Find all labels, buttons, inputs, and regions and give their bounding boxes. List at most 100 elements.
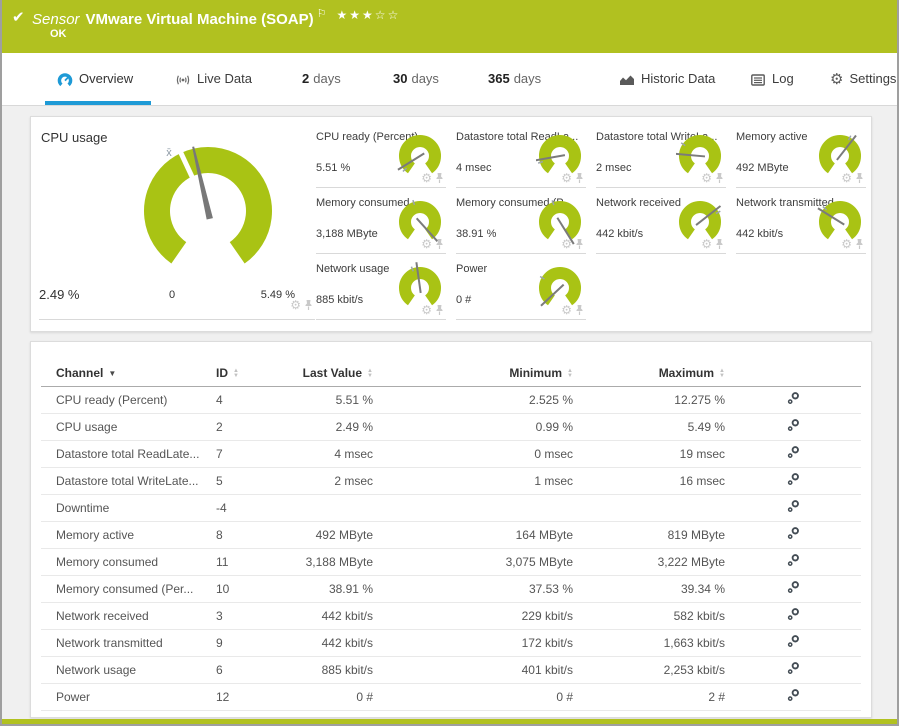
tab-label: days xyxy=(513,71,542,86)
tab-settings[interactable]: ⚙ Settings xyxy=(830,53,896,105)
channel-maximum: 19 msec xyxy=(573,440,725,468)
channels-table-panel: Channel ▼ ID ▲ ▼ Last Value ▲ ▼ Minimum ▲ ▼ Max… xyxy=(30,341,872,718)
object-kind-label: Sensor xyxy=(32,11,80,28)
channel-settings-gears-icon[interactable] xyxy=(786,526,801,544)
sensor-title: VMware Virtual Machine (SOAP) xyxy=(85,11,314,28)
column-header-channel[interactable]: Channel ▼ xyxy=(41,360,216,387)
sort-icon: ▲ ▼ xyxy=(367,367,373,379)
channel-maximum: 819 MByte xyxy=(573,521,725,549)
channel-id: 2 xyxy=(216,413,261,441)
average-marker-label: x̄ xyxy=(166,147,172,159)
table-row: Network received 3 442 kbit/s 229 kbit/s… xyxy=(41,602,861,630)
channel-settings-gears-icon[interactable] xyxy=(786,580,801,598)
channel-name: Datastore total ReadLate... xyxy=(41,440,216,468)
pin-icon[interactable] xyxy=(435,238,444,250)
cpu-usage-gauge: x̄ xyxy=(144,146,272,264)
pin-icon[interactable] xyxy=(575,304,584,316)
flag-icon[interactable]: ⚐ xyxy=(317,8,327,20)
mini-gauge-cell: Memory consumed (P... 38.91 % ⚙ xyxy=(456,188,586,254)
table-row: Memory consumed (Per... 10 38.91 % 37.53… xyxy=(41,575,861,603)
gear-icon[interactable]: ⚙ xyxy=(421,304,432,316)
channel-settings-gears-icon[interactable] xyxy=(786,607,801,625)
tab-historic-data[interactable]: Historic Data xyxy=(619,53,715,105)
tab-overview[interactable]: Overview xyxy=(57,53,133,105)
gauge-max-label: 5.49 % xyxy=(260,289,295,301)
channel-maximum: 3,222 MByte xyxy=(573,548,725,576)
tab-30-days[interactable]: 30 days xyxy=(393,53,439,105)
table-header-row: Channel ▼ ID ▲ ▼ Last Value ▲ ▼ Minimum ▲ ▼ Max… xyxy=(41,360,861,387)
primary-gauge-cell: CPU usage x̄ 2.49 % 0 5.49 % ⚙ xyxy=(39,117,315,320)
channel-settings-gears-icon[interactable] xyxy=(786,661,801,679)
gear-icon[interactable]: ⚙ xyxy=(701,238,712,250)
gear-icon[interactable]: ⚙ xyxy=(561,304,572,316)
channel-last-value: 2 msec xyxy=(261,467,373,495)
mini-gauge-cell: Network usage 885 kbit/s ⚙ xyxy=(316,254,446,320)
tab-label: days xyxy=(411,71,439,86)
channel-name: Network usage xyxy=(41,656,216,684)
channel-settings-gears-icon[interactable] xyxy=(786,472,801,490)
channel-last-value: 492 MByte xyxy=(261,521,373,549)
channel-settings-gears-icon[interactable] xyxy=(786,391,801,409)
pin-icon[interactable] xyxy=(575,238,584,250)
channel-value: 492 MByte xyxy=(736,162,789,174)
channel-settings-gears-icon[interactable] xyxy=(786,445,801,463)
channel-last-value: 3,188 MByte xyxy=(261,548,373,576)
channel-value: 38.91 % xyxy=(456,228,497,240)
mini-gauge-cell: Network transmitted 442 kbit/s ⚙ xyxy=(736,188,866,254)
channel-last-value xyxy=(261,494,373,522)
channel-settings-gears-icon[interactable] xyxy=(786,499,801,517)
tab-365-days[interactable]: 365 days xyxy=(488,53,541,105)
prtg-sensor-page: ✔ Sensor VMware Virtual Machine (SOAP) ⚐ ★★… xyxy=(0,0,899,726)
pin-icon[interactable] xyxy=(855,238,864,250)
status-ok-check-icon: ✔ xyxy=(12,9,25,26)
channel-settings-gears-icon[interactable] xyxy=(786,634,801,652)
priority-stars[interactable]: ★★★☆☆ xyxy=(337,8,401,22)
channel-settings-gears-icon[interactable] xyxy=(786,553,801,571)
tab-number: 2 xyxy=(302,71,310,86)
channel-name: Memory active xyxy=(41,521,216,549)
mini-gauge-cell: CPU ready (Percent) 5.51 % ⚙ xyxy=(316,122,446,188)
tab-live-data[interactable]: Live Data xyxy=(175,53,252,105)
pin-icon[interactable] xyxy=(435,304,444,316)
channel-settings-gears-icon[interactable] xyxy=(786,688,801,706)
channel-id: 11 xyxy=(216,548,261,576)
gear-icon[interactable]: ⚙ xyxy=(701,172,712,184)
channel-name: Power xyxy=(41,683,216,711)
gauge-min-label: 0 xyxy=(168,289,176,301)
channel-maximum: 2 # xyxy=(573,683,725,711)
tab-number: 365 xyxy=(488,71,510,86)
pin-icon[interactable] xyxy=(435,172,444,184)
tab-2-days[interactable]: 2 days xyxy=(302,53,341,105)
gear-icon[interactable]: ⚙ xyxy=(561,238,572,250)
column-header-id[interactable]: ID ▲ ▼ xyxy=(216,360,261,387)
channel-id: 5 xyxy=(216,467,261,495)
column-header-last-value[interactable]: Last Value ▲ ▼ xyxy=(261,360,373,387)
gear-icon[interactable]: ⚙ xyxy=(290,299,301,311)
column-header-maximum[interactable]: Maximum ▲ ▼ xyxy=(573,360,725,387)
gear-icon[interactable]: ⚙ xyxy=(421,238,432,250)
channel-minimum: 1 msec xyxy=(373,467,573,495)
gear-icon[interactable]: ⚙ xyxy=(421,172,432,184)
channel-value: 2 msec xyxy=(596,162,632,174)
channel-last-value: 38.91 % xyxy=(261,575,373,603)
table-row: Memory consumed 11 3,188 MByte 3,075 MBy… xyxy=(41,548,861,576)
channel-minimum: 229 kbit/s xyxy=(373,602,573,630)
gear-icon[interactable]: ⚙ xyxy=(841,238,852,250)
channel-last-value: 442 kbit/s xyxy=(261,629,373,657)
channel-settings-gears-icon[interactable] xyxy=(786,418,801,436)
content-area: CPU usage x̄ 2.49 % 0 5.49 % ⚙ CPU ready… xyxy=(2,106,897,718)
sort-desc-icon: ▼ xyxy=(108,368,117,378)
pin-icon[interactable] xyxy=(715,172,724,184)
column-header-minimum[interactable]: Minimum ▲ ▼ xyxy=(373,360,573,387)
table-row: Memory active 8 492 MByte 164 MByte 819 … xyxy=(41,521,861,549)
pin-icon[interactable] xyxy=(855,172,864,184)
pin-icon[interactable] xyxy=(715,238,724,250)
channel-last-value: 5.51 % xyxy=(261,386,373,414)
gear-icon[interactable]: ⚙ xyxy=(561,172,572,184)
gear-icon[interactable]: ⚙ xyxy=(841,172,852,184)
table-row: Network transmitted 9 442 kbit/s 172 kbi… xyxy=(41,629,861,657)
pin-icon[interactable] xyxy=(575,172,584,184)
pin-icon[interactable] xyxy=(304,299,313,311)
channel-id: 3 xyxy=(216,602,261,630)
tab-log[interactable]: Log xyxy=(750,53,794,105)
